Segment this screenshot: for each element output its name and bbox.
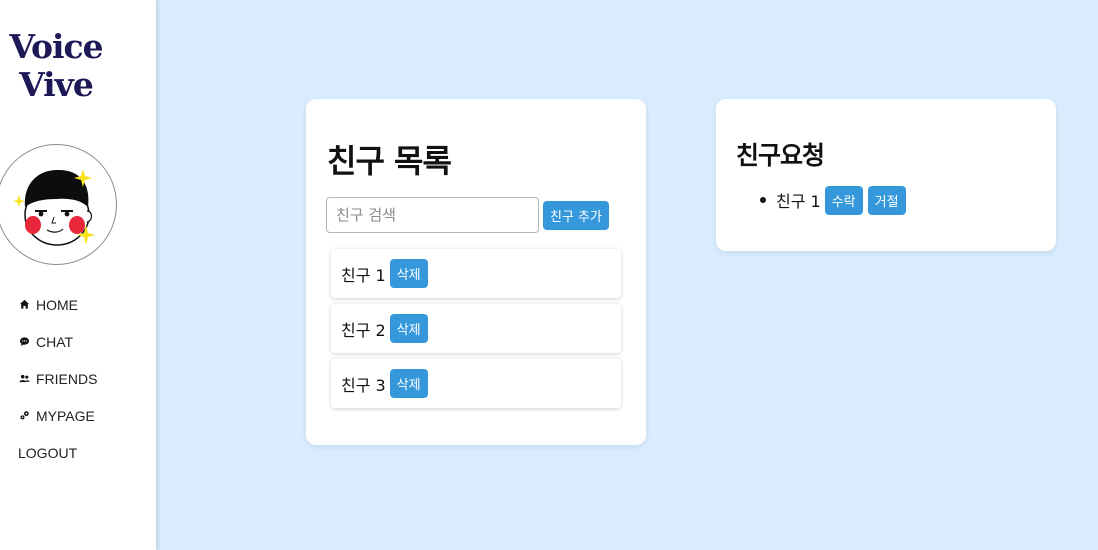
friend-list-title: 친구 목록 (327, 142, 452, 180)
friend-list: 친구 1 삭제 친구 2 삭제 친구 3 삭제 (331, 249, 621, 414)
add-friend-button[interactable]: 친구 추가 (543, 201, 609, 230)
chat-bubble-icon (18, 336, 30, 348)
reject-request-button[interactable]: 거절 (867, 185, 906, 215)
sidebar-item-mypage[interactable]: MYPAGE (18, 397, 97, 434)
friend-request-list: 친구 1 수락 거절 (760, 185, 911, 215)
list-item: 친구 1 삭제 (331, 249, 621, 298)
avatar[interactable] (0, 144, 117, 265)
sidebar-item-home[interactable]: HOME (18, 286, 97, 323)
user-gear-icon (18, 410, 30, 422)
app-logo[interactable]: Voice Vive (0, 28, 112, 104)
list-item: 친구 3 삭제 (331, 359, 621, 408)
delete-friend-button[interactable]: 삭제 (389, 369, 428, 398)
delete-friend-button[interactable]: 삭제 (389, 259, 428, 288)
list-item: 친구 1 수락 거절 (760, 185, 911, 215)
logo-line-2: Vive (19, 65, 94, 104)
sidebar-item-friends[interactable]: FRIENDS (18, 360, 97, 397)
accept-request-button[interactable]: 수락 (824, 185, 863, 215)
delete-friend-button[interactable]: 삭제 (389, 314, 428, 343)
sidebar-item-label: FRIENDS (36, 370, 98, 387)
sidebar-item-label: MYPAGE (36, 407, 95, 424)
sidebar-item-chat[interactable]: CHAT (18, 323, 97, 360)
users-icon (18, 373, 30, 385)
friend-list-card: 친구 목록 친구 추가 친구 1 삭제 친구 2 삭제 친구 3 삭제 (306, 99, 646, 445)
bullet-icon (760, 197, 766, 203)
friend-name: 친구 3 (341, 375, 386, 395)
friend-name: 친구 1 (341, 265, 386, 285)
sidebar-item-logout[interactable]: LOGOUT (18, 434, 97, 471)
friend-requests-card: 친구요청 친구 1 수락 거절 (716, 99, 1056, 251)
list-item: 친구 2 삭제 (331, 304, 621, 353)
friend-name: 친구 2 (341, 320, 386, 340)
sidebar-item-label: HOME (36, 296, 78, 313)
avatar-illustration (13, 169, 95, 246)
sidebar: Voice Vive HOME CHAT FRIENDS MYPAGE LOGO… (0, 0, 156, 550)
friend-search-input[interactable] (326, 197, 539, 233)
friend-requests-title: 친구요청 (736, 141, 825, 170)
logo-line-1: Voice (9, 27, 103, 66)
home-icon (18, 299, 30, 311)
sidebar-item-label: CHAT (36, 333, 74, 350)
sidebar-item-label: LOGOUT (18, 444, 78, 461)
request-name: 친구 1 (776, 192, 821, 211)
sidebar-nav: HOME CHAT FRIENDS MYPAGE LOGOUT (18, 286, 97, 471)
